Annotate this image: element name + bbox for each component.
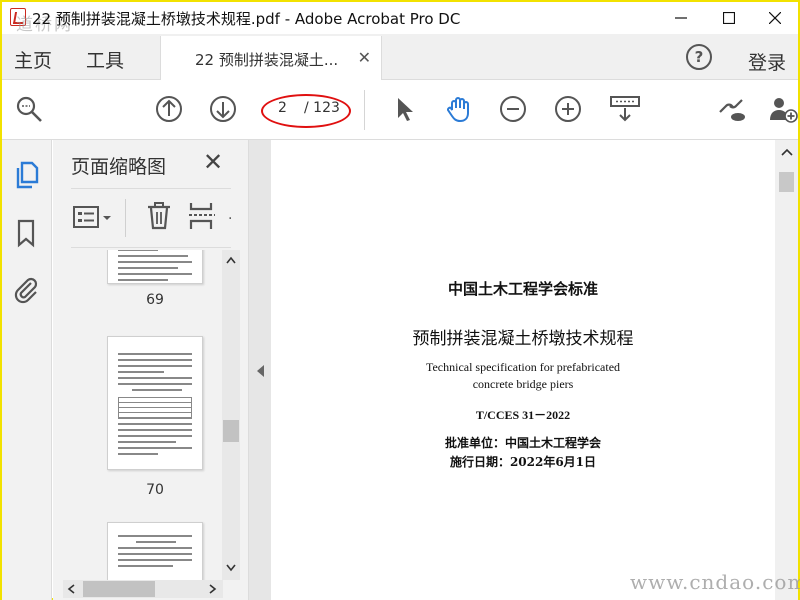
zoom-in-icon[interactable] bbox=[553, 94, 583, 124]
add-user-icon[interactable] bbox=[768, 94, 798, 124]
doc-approval: 批准单位：中国土木工程学会 bbox=[444, 436, 601, 450]
doc-scroll-up-icon[interactable] bbox=[781, 148, 793, 156]
thumbnail-options-icon[interactable] bbox=[73, 205, 113, 231]
more-tools-icon[interactable]: · bbox=[228, 211, 232, 227]
red-annotation-ellipse bbox=[261, 94, 351, 128]
document-tab-label: 22 预制拼装混凝土... bbox=[195, 51, 339, 69]
close-icon bbox=[769, 12, 781, 24]
panel-close-icon[interactable]: ✕ bbox=[203, 148, 223, 176]
document-vertical-scrollbar[interactable] bbox=[775, 140, 798, 600]
collapse-panel-icon[interactable] bbox=[257, 365, 264, 377]
page-thumbnail[interactable] bbox=[107, 336, 203, 470]
read-mode-icon[interactable] bbox=[608, 94, 642, 124]
document-tab[interactable]: 22 预制拼装混凝土... ✕ bbox=[160, 36, 382, 80]
toolbar: 2 / 123 bbox=[2, 80, 798, 140]
tools-divider bbox=[125, 199, 126, 237]
thumbnail-table bbox=[118, 397, 192, 419]
thumbnail-horizontal-scrollbar[interactable] bbox=[63, 580, 223, 598]
toolbar-divider bbox=[364, 90, 365, 130]
page-thumbnail[interactable] bbox=[107, 522, 203, 580]
maximize-button[interactable] bbox=[706, 2, 752, 34]
horizontal-scroll-thumb[interactable] bbox=[83, 581, 155, 597]
thumbnail-label: 69 bbox=[146, 292, 164, 308]
delete-page-icon[interactable] bbox=[145, 201, 173, 231]
next-page-icon[interactable] bbox=[208, 94, 238, 124]
scroll-down-icon[interactable] bbox=[226, 564, 236, 572]
minimize-button[interactable] bbox=[658, 2, 704, 34]
select-cursor-icon[interactable] bbox=[390, 94, 420, 124]
site-watermark: www.cndao.com bbox=[630, 570, 800, 594]
scroll-right-icon[interactable] bbox=[209, 584, 217, 594]
menu-bar: 主页 工具 22 预制拼装混凝土... ✕ bbox=[2, 34, 798, 80]
previous-page-icon[interactable] bbox=[154, 94, 184, 124]
panel-splitter[interactable] bbox=[249, 140, 271, 600]
bookmark-icon[interactable] bbox=[12, 218, 40, 248]
thumbnail-list: 69 70 bbox=[53, 250, 221, 580]
minimize-icon bbox=[675, 17, 687, 19]
doc-cn-title: 预制拼装混凝土桥墩技术规程 bbox=[412, 329, 634, 349]
share-link-icon[interactable] bbox=[714, 94, 748, 124]
page-thumbnail[interactable] bbox=[107, 250, 203, 284]
title-bar: 道桥网 22 预制拼装混凝土桥墩技术规程.pdf - Adobe Acrobat… bbox=[2, 2, 798, 35]
zoom-search-icon[interactable] bbox=[14, 94, 44, 124]
panel-title: 页面缩略图 bbox=[71, 156, 167, 178]
login-button[interactable]: 登录 bbox=[748, 48, 786, 75]
page-thumbnails-icon[interactable] bbox=[12, 160, 40, 190]
doc-org-standard: 中国土木工程学会标准 bbox=[447, 280, 598, 298]
help-icon[interactable]: ? bbox=[686, 44, 712, 70]
application-window: 道桥网 22 预制拼装混凝土桥墩技术规程.pdf - Adobe Acrobat… bbox=[0, 0, 800, 600]
window-title: 22 预制拼装混凝土桥墩技术规程.pdf - Adobe Acrobat Pro… bbox=[32, 10, 461, 28]
maximize-icon bbox=[723, 12, 735, 24]
zoom-out-icon[interactable] bbox=[498, 94, 528, 124]
scroll-left-icon[interactable] bbox=[67, 584, 75, 594]
tab-close-icon[interactable]: ✕ bbox=[358, 48, 371, 67]
thumbnail-vertical-scrollbar[interactable] bbox=[222, 250, 240, 580]
thumbnail-panel: 页面缩略图 ✕ · 69 70 bbox=[53, 140, 249, 600]
split-page-icon[interactable] bbox=[187, 201, 217, 231]
scroll-thumb[interactable] bbox=[223, 420, 239, 442]
menu-tools[interactable]: 工具 bbox=[86, 46, 124, 73]
menu-home[interactable]: 主页 bbox=[14, 46, 52, 73]
doc-scroll-thumb[interactable] bbox=[779, 172, 794, 192]
scroll-up-icon[interactable] bbox=[226, 256, 236, 264]
doc-en-title-line2: concrete bridge piers bbox=[472, 377, 574, 391]
doc-en-title-line1: Technical specification for prefabricate… bbox=[425, 360, 621, 374]
hand-tool-icon[interactable] bbox=[444, 94, 474, 124]
document-page: 中国土木工程学会标准 预制拼装混凝土桥墩技术规程 Technical speci… bbox=[271, 140, 775, 600]
close-window-button[interactable] bbox=[752, 2, 798, 34]
panel-tools: · bbox=[71, 188, 232, 248]
doc-effective-date: 施行日期：2022年6月1日 bbox=[449, 455, 597, 469]
attachment-icon[interactable] bbox=[12, 274, 40, 304]
doc-standard-code: T/CCES 31－2022 bbox=[475, 408, 571, 422]
left-navigation-rail bbox=[2, 140, 52, 600]
thumbnail-label: 70 bbox=[146, 482, 164, 498]
